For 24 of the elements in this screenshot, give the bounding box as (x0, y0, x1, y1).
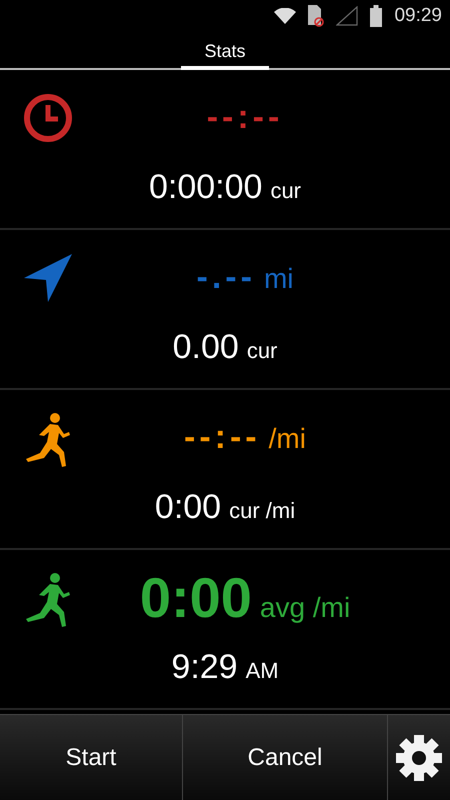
unit-label: cur (270, 180, 301, 202)
stat-value: --:-- (206, 100, 284, 134)
stat-sub-value: 9:29 (171, 650, 238, 684)
unit-label: cur /mi (229, 500, 296, 522)
signal-icon (336, 6, 358, 26)
stat-value: 0:00 (140, 570, 252, 626)
tab[interactable]: Stats (181, 32, 269, 70)
wifi-icon (274, 8, 296, 24)
battery-icon (370, 5, 382, 27)
unit-label: cur (246, 340, 278, 362)
stat-sub-value: 0:00 (154, 490, 222, 524)
unit-label: AM (246, 660, 279, 682)
stat-value: -.-- (196, 260, 256, 294)
action-button[interactable]: Start (0, 715, 183, 800)
stat-value: --:-- (184, 420, 261, 454)
action-button[interactable]: Cancel (183, 715, 388, 800)
sim-card-blocked-icon (308, 5, 324, 27)
unit-label: /mi (268, 425, 306, 453)
stat-sub-value: 0.00 (172, 330, 239, 364)
stat-sub-value: 0:00:00 (148, 170, 262, 204)
status-time: 09:29 (394, 4, 442, 28)
unit-label: avg /mi (260, 594, 350, 622)
settings-icon (396, 734, 442, 780)
unit-label: mi (264, 265, 294, 293)
